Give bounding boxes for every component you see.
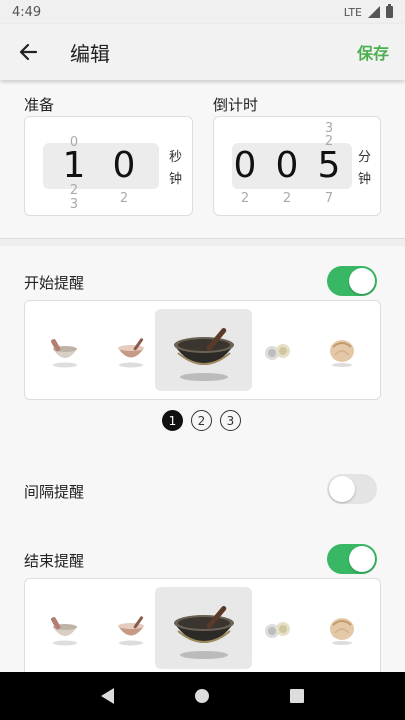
countdown-picker[interactable]: 0 2 0 2 3 2 5 7 分 钟 — [213, 116, 381, 216]
prepare-digit: 0 — [112, 145, 136, 186]
mortar-bowl-icon[interactable] — [47, 333, 83, 369]
small-bells-icon[interactable] — [261, 339, 295, 367]
countdown-digit: 0 — [233, 145, 257, 186]
nav-back-icon[interactable] — [100, 688, 114, 704]
end-reminder-toggle[interactable] — [327, 544, 377, 574]
section-divider — [0, 238, 405, 246]
toggle-knob — [349, 546, 375, 572]
status-bar: 4:49 LTE — [0, 0, 405, 24]
prepare-unit: 秒 钟 — [169, 150, 183, 187]
toggle-knob — [329, 476, 355, 502]
prepare-picker[interactable]: 0 1 2 3 0 2 秒 钟 — [24, 116, 193, 216]
app-bar: 编辑 保存 — [0, 24, 405, 80]
large-singing-bowl-icon[interactable] — [170, 601, 238, 661]
countdown-wheel-hundreds[interactable]: 0 2 — [230, 117, 260, 217]
page-title: 编辑 — [70, 41, 110, 66]
shell-icon[interactable] — [325, 613, 359, 647]
small-singing-bowl-icon[interactable] — [113, 611, 149, 647]
countdown-digit: 0 — [275, 145, 299, 186]
mortar-bowl-icon[interactable] — [47, 611, 83, 647]
prepare-wheel-ones[interactable]: 0 2 — [109, 117, 139, 217]
nav-home-icon[interactable] — [194, 689, 209, 703]
battery-icon — [386, 4, 393, 18]
end-reminder-label: 结束提醒 — [24, 552, 85, 570]
end-sound-carousel[interactable] — [24, 578, 381, 678]
back-arrow-icon[interactable] — [0, 24, 56, 80]
toggle-knob — [349, 268, 375, 294]
carousel-page-indicator: 1 2 3 — [162, 410, 241, 431]
countdown-label: 倒计时 — [213, 96, 259, 114]
countdown-unit: 分 钟 — [358, 150, 372, 187]
small-bells-icon[interactable] — [261, 617, 295, 645]
large-singing-bowl-icon[interactable] — [170, 323, 238, 383]
start-sound-carousel[interactable] — [24, 300, 381, 400]
start-reminder-toggle[interactable] — [327, 266, 377, 296]
status-time: 4:49 — [12, 4, 42, 20]
page-dot[interactable]: 1 — [162, 410, 183, 431]
interval-reminder-label: 间隔提醒 — [24, 483, 85, 501]
system-nav-bar — [0, 672, 405, 720]
prepare-label: 准备 — [24, 96, 55, 114]
prepare-digit: 1 — [62, 145, 86, 186]
interval-reminder-toggle[interactable] — [327, 474, 377, 504]
save-button[interactable]: 保存 — [357, 40, 389, 64]
page-dot[interactable]: 2 — [191, 410, 212, 431]
countdown-digit: 5 — [317, 145, 341, 186]
start-reminder-label: 开始提醒 — [24, 274, 85, 292]
shell-icon[interactable] — [325, 335, 359, 369]
countdown-wheel-ones[interactable]: 3 2 5 7 — [314, 117, 344, 217]
page-dot[interactable]: 3 — [220, 410, 241, 431]
countdown-wheel-tens[interactable]: 0 2 — [272, 117, 302, 217]
prepare-wheel-tens[interactable]: 0 1 2 3 — [59, 117, 89, 217]
small-singing-bowl-icon[interactable] — [113, 333, 149, 369]
nav-recents-icon[interactable] — [290, 689, 305, 703]
signal-icon — [368, 6, 380, 18]
network-label: LTE — [343, 5, 362, 19]
